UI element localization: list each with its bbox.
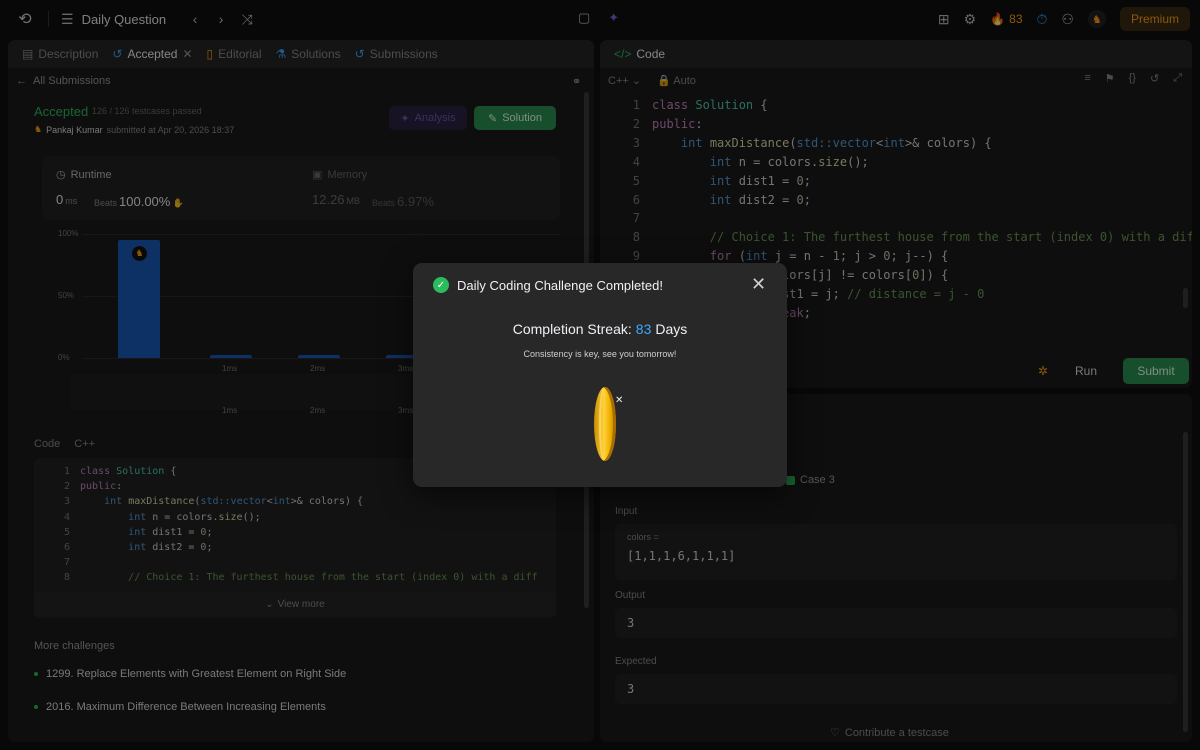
- streak-prefix: Completion Streak:: [512, 321, 632, 337]
- sparkle-icon: ✕: [615, 395, 624, 406]
- check-circle-icon: ✓: [433, 277, 449, 293]
- modal-subtitle: Consistency is key, see you tomorrow!: [523, 349, 677, 359]
- modal-title: Daily Coding Challenge Completed!: [457, 278, 663, 293]
- close-icon[interactable]: ✕: [751, 274, 766, 295]
- streak-value: 83: [635, 321, 652, 337]
- daily-challenge-modal: ✓ Daily Coding Challenge Completed! ✕ Co…: [413, 263, 787, 487]
- completion-streak: Completion Streak: 83 Days: [413, 321, 787, 337]
- streak-suffix: Days: [655, 321, 688, 337]
- coin-highlight: [599, 387, 609, 461]
